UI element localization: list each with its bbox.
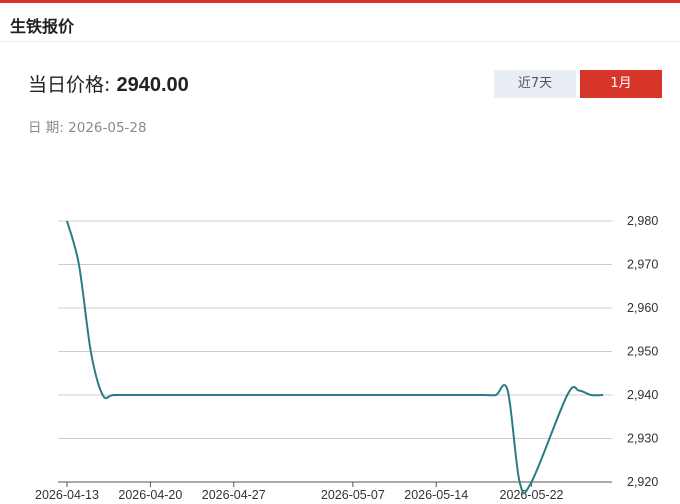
x-tick-label: 2026-05-14 (404, 488, 468, 502)
y-tick-label: 2,930 (627, 432, 658, 446)
y-tick-label: 2,970 (627, 258, 658, 272)
x-tick-label: 2026-05-07 (321, 488, 385, 502)
y-tick-label: 2,950 (627, 345, 658, 359)
x-tick-label: 2026-05-22 (500, 488, 564, 502)
x-tick-label: 2026-04-13 (35, 488, 99, 502)
x-tick-label: 2026-04-27 (202, 488, 266, 502)
x-tick-label: 2026-04-20 (118, 488, 182, 502)
y-tick-label: 2,940 (627, 388, 658, 402)
y-tick-label: 2,920 (627, 475, 658, 489)
price-series-line (66, 220, 604, 495)
y-tick-label: 2,980 (627, 214, 658, 228)
y-tick-label: 2,960 (627, 301, 658, 315)
price-line-chart: 2,920 2,930 2,940 2,950 2,960 2,970 2,980 2026-… (35, 214, 658, 502)
